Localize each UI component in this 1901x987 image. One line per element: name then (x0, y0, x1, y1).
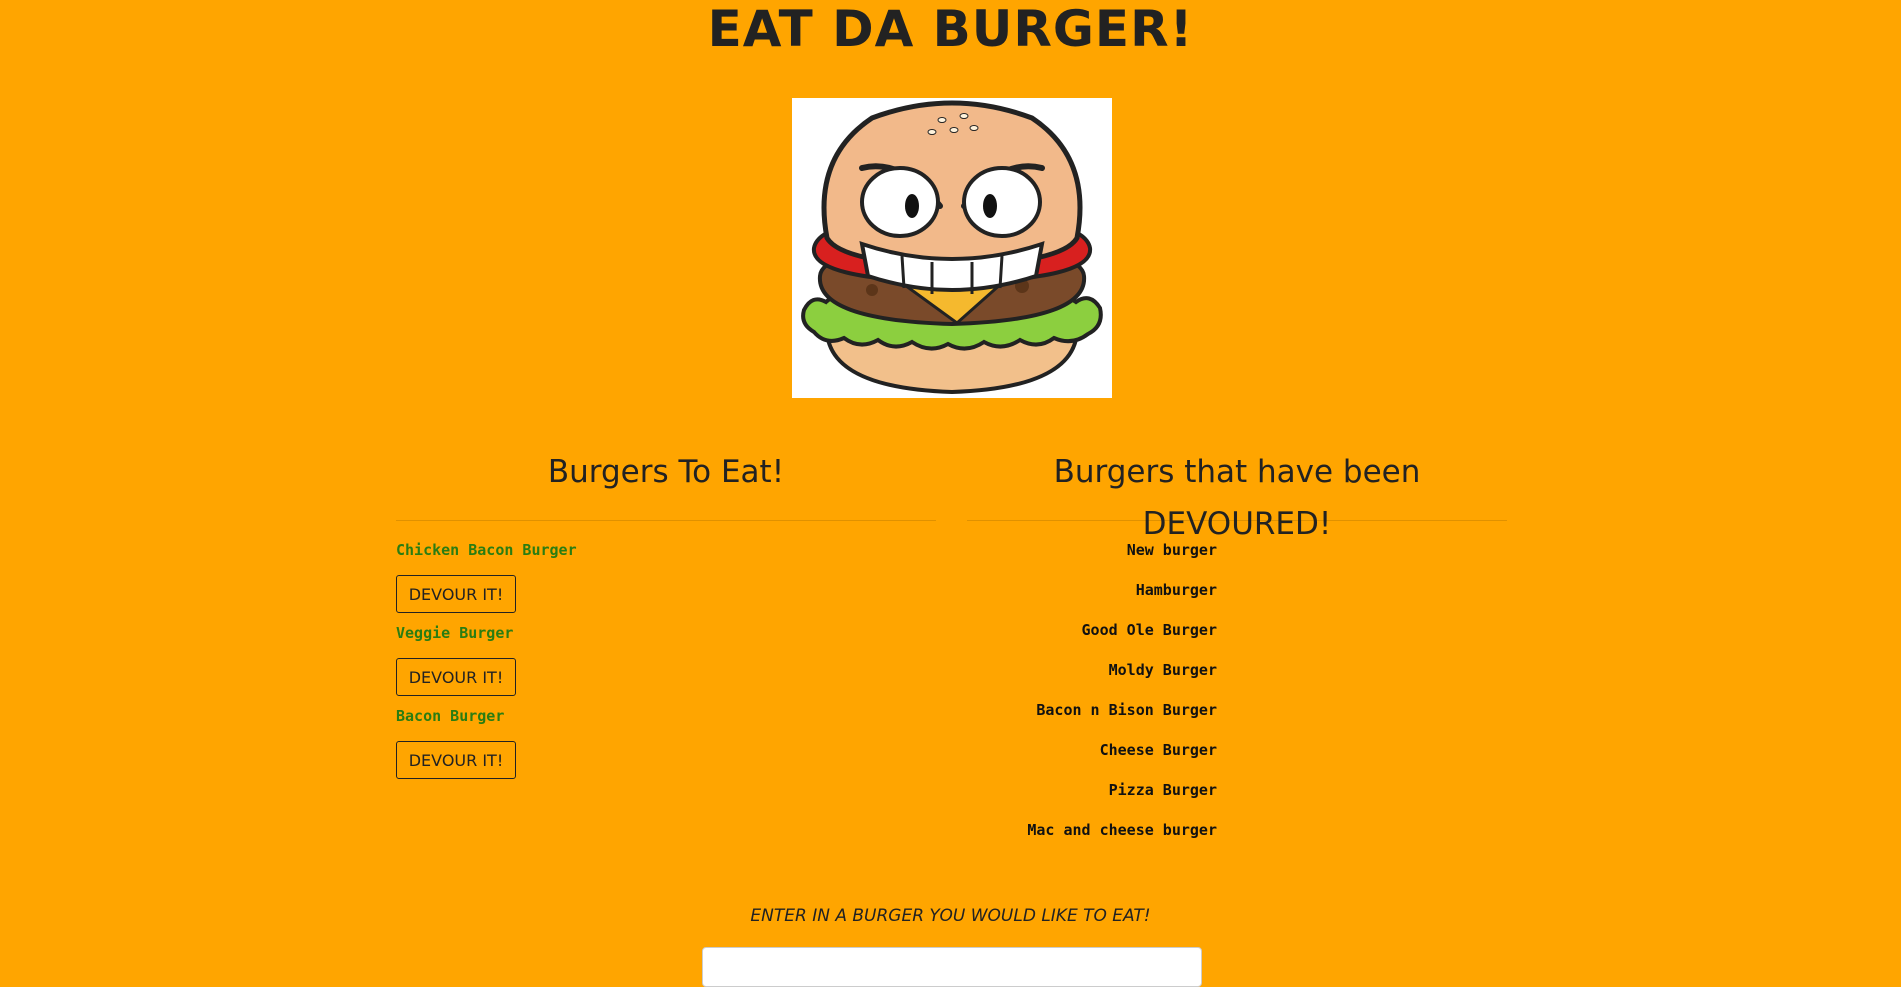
list-item: Cheese Burger (1099, 741, 1217, 759)
burger-name: Bacon Burger (396, 707, 505, 725)
devour-button[interactable]: DEVOUR IT! (396, 575, 516, 613)
list-item: New burger (1126, 541, 1217, 559)
page-title: EAT DA BURGER! (707, 0, 1194, 58)
burger-name: Veggie Burger (396, 624, 514, 642)
list-item: Bacon Burger DEVOUR IT! (396, 706, 936, 789)
devour-button[interactable]: DEVOUR IT! (396, 658, 516, 696)
devoured-list: New burger Hamburger Good Ole Burger Mol… (967, 540, 1217, 860)
to-eat-list: Chicken Bacon Burger DEVOUR IT! Veggie B… (396, 540, 936, 789)
burger-name-input[interactable] (702, 947, 1202, 987)
list-item: Mac and cheese burger (1027, 821, 1217, 839)
burger-name: Chicken Bacon Burger (396, 541, 577, 559)
list-item: Hamburger (1135, 581, 1217, 599)
to-eat-section: Burgers To Eat! Chicken Bacon Burger DEV… (396, 446, 936, 789)
to-eat-divider (396, 520, 936, 521)
to-eat-heading: Burgers To Eat! (547, 454, 785, 490)
list-item: Veggie Burger DEVOUR IT! (396, 623, 936, 706)
list-item: Bacon n Bison Burger (1036, 701, 1217, 719)
burger-image (792, 98, 1112, 398)
list-item: Pizza Burger (1108, 781, 1217, 799)
list-item: Good Ole Burger (1081, 621, 1217, 639)
devour-button[interactable]: DEVOUR IT! (396, 741, 516, 779)
list-item: Moldy Burger (1108, 661, 1217, 679)
devoured-heading: Burgers that have been DEVOURED! (1053, 454, 1421, 542)
angry-burger-icon (801, 100, 1103, 395)
list-item: Chicken Bacon Burger DEVOUR IT! (396, 540, 936, 623)
devoured-section: Burgers that have been DEVOURED! New bur… (967, 446, 1507, 860)
add-burger-prompt: ENTER IN A BURGER YOU WOULD LIKE TO EAT! (750, 906, 1151, 926)
